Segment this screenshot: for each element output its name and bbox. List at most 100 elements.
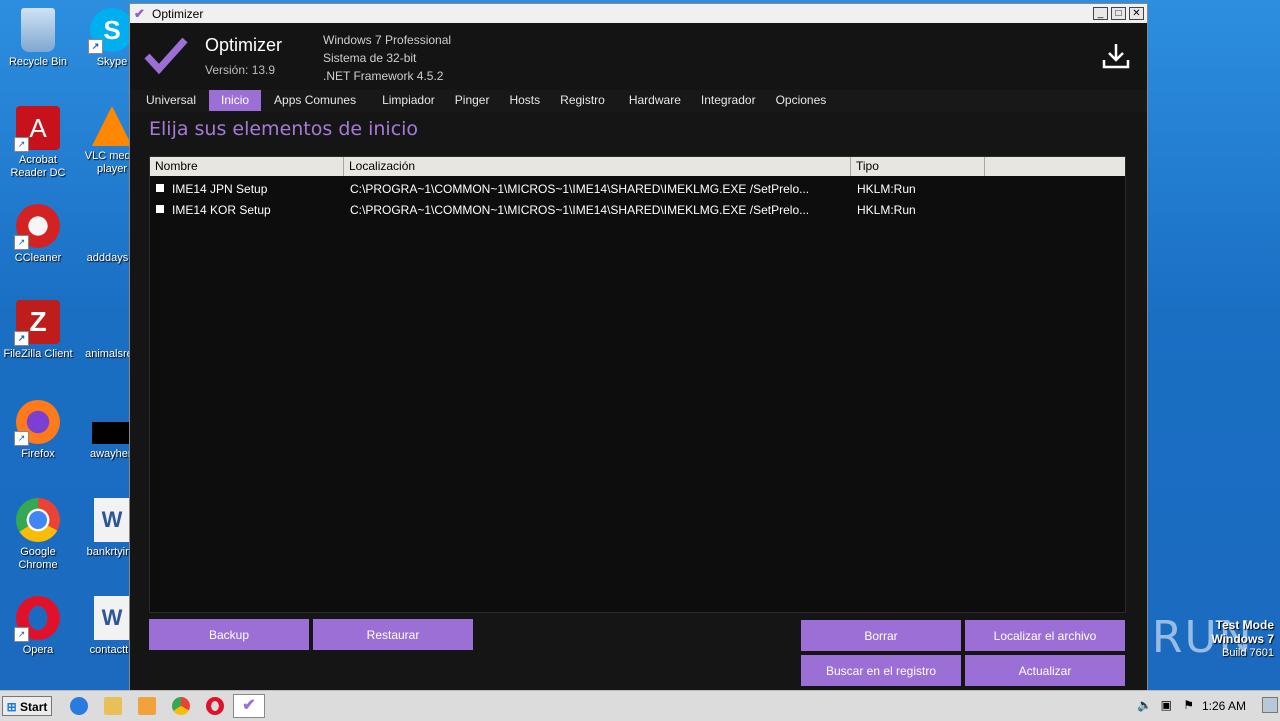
desktop-icon-label: Skype <box>96 56 128 68</box>
media-player-icon[interactable] <box>138 697 156 715</box>
tab-inicio[interactable]: Inicio <box>209 90 262 111</box>
section-title: Elija sus elementos de inicio <box>149 118 419 140</box>
tab-opciones[interactable]: Opciones <box>766 90 837 111</box>
tab-bar: Universal Inicio Apps Comunes Limpiador … <box>130 90 1147 112</box>
desktop-icon-label: awayher. <box>89 448 135 460</box>
refresh-button[interactable]: Actualizar <box>965 655 1125 686</box>
file-icon <box>90 204 134 248</box>
tab-pinger[interactable]: Pinger <box>445 90 500 111</box>
file-icon <box>92 422 132 444</box>
close-button[interactable]: ✕ <box>1129 7 1144 20</box>
column-header-empty <box>985 157 1125 176</box>
ccleaner-icon: ↗ <box>14 204 60 250</box>
desktop-icon-label: Google Chrome <box>18 546 58 571</box>
delete-button[interactable]: Borrar <box>801 620 961 651</box>
windows-logo-icon: ⊞ <box>6 700 17 714</box>
tab-registro[interactable]: Registro <box>550 90 619 111</box>
start-label: Start <box>20 700 48 714</box>
flag-icon[interactable]: ⚑ <box>1183 698 1194 712</box>
desktop-icon-firefox[interactable]: ↗ Firefox <box>0 400 76 461</box>
list-header: Nombre Localización Tipo <box>150 157 1125 176</box>
filezilla-icon: Z ↗ <box>14 300 60 346</box>
start-button[interactable]: ⊞ Start <box>2 696 52 716</box>
app-version: Versión: 13.9 <box>205 63 276 77</box>
desktop-icon-label: FileZilla Client <box>3 348 73 360</box>
clock[interactable]: 1:26 AM <box>1202 699 1246 713</box>
show-desktop-icon[interactable] <box>1262 697 1278 713</box>
optimizer-window: ✔ Optimizer _ □ ✕ Optimizer Versión: 13.… <box>129 3 1148 692</box>
item-name: IME14 JPN Setup <box>172 181 268 196</box>
column-header-type[interactable]: Tipo <box>851 157 985 176</box>
tab-apps-comunes[interactable]: Apps Comunes <box>264 90 372 111</box>
tab-limpiador[interactable]: Limpiador <box>372 90 445 111</box>
chrome-icon <box>16 498 60 542</box>
file-explorer-icon[interactable] <box>104 697 122 715</box>
opera-icon: ↗ <box>14 596 60 642</box>
app-header: Optimizer Versión: 13.9 Windows 7 Profes… <box>130 23 1147 89</box>
taskbar: ⊞ Start ✔ 🔈 ▣ ⚑ 1:26 AM <box>0 690 1280 721</box>
volume-icon[interactable]: 🔈 <box>1137 698 1152 712</box>
column-header-location[interactable]: Localización <box>344 157 851 176</box>
item-checkbox[interactable] <box>156 205 164 214</box>
desktop-icon-label: Firefox <box>21 448 55 460</box>
locate-file-button[interactable]: Localizar el archivo <box>965 620 1125 651</box>
app-name: Optimizer <box>205 35 283 55</box>
item-checkbox[interactable] <box>156 184 164 193</box>
watermark-line: Build 7601 <box>1222 647 1274 659</box>
watermark-line: Windows 7 <box>1211 632 1274 646</box>
desktop-icon-label: Opera <box>22 644 54 656</box>
skype-icon: S ↗ <box>88 8 134 54</box>
item-type: HKLM:Run <box>857 202 916 217</box>
startup-panel: Elija sus elementos de inicio Nombre Loc… <box>130 112 1130 691</box>
startup-list[interactable]: Nombre Localización Tipo IME14 JPN Setup… <box>149 156 1126 613</box>
word-document-icon: W <box>94 596 130 640</box>
desktop-icon-filezilla[interactable]: Z ↗ FileZilla Client <box>0 300 76 361</box>
tab-hosts[interactable]: Hosts <box>499 90 550 111</box>
column-header-name[interactable]: Nombre <box>150 157 344 176</box>
desktop-icon-recycle-bin[interactable]: Recycle Bin <box>0 8 76 69</box>
desktop-icon-acrobat[interactable]: A ↗ Acrobat Reader DC <box>0 106 76 180</box>
internet-explorer-icon[interactable] <box>70 697 88 715</box>
desktop-icon-label: contactth <box>89 644 135 656</box>
row-name-cell: IME14 JPN Setup <box>150 182 344 196</box>
list-item[interactable]: IME14 KOR Setup C:\PROGRA~1\COMMON~1\MIC… <box>150 199 1125 220</box>
desktop-icon-label: Acrobat Reader DC <box>10 154 66 179</box>
desktop-icon-chrome[interactable]: Google Chrome <box>0 498 76 572</box>
list-item[interactable]: IME14 JPN Setup C:\PROGRA~1\COMMON~1\MIC… <box>150 178 1125 199</box>
item-location: C:\PROGRA~1\COMMON~1\MICROS~1\IME14\SHAR… <box>350 202 810 217</box>
word-document-icon: W <box>94 498 130 542</box>
test-mode-watermark: Test Mode Windows 7 Build 7601 <box>1211 618 1274 660</box>
desktop-icon-label: Recycle Bin <box>8 56 68 68</box>
desktop-icon-ccleaner[interactable]: ↗ CCleaner <box>0 204 76 265</box>
window-title: Optimizer <box>152 6 204 21</box>
item-location: C:\PROGRA~1\COMMON~1\MICROS~1\IME14\SHAR… <box>350 181 810 196</box>
item-type: HKLM:Run <box>857 181 916 196</box>
file-icon <box>90 300 134 344</box>
framework-info: .NET Framework 4.5.2 <box>323 69 444 83</box>
chrome-icon[interactable] <box>172 697 190 715</box>
opera-icon[interactable] <box>206 697 224 715</box>
tab-hardware[interactable]: Hardware <box>619 90 691 111</box>
recycle-bin-icon <box>21 8 55 52</box>
title-bar[interactable]: ✔ Optimizer _ □ ✕ <box>130 4 1147 24</box>
backup-button[interactable]: Backup <box>149 619 309 650</box>
maximize-button[interactable]: □ <box>1111 7 1126 20</box>
app-body: Optimizer Versión: 13.9 Windows 7 Profes… <box>130 23 1147 691</box>
tab-universal[interactable]: Universal <box>130 90 206 111</box>
network-icon[interactable]: ▣ <box>1161 698 1172 712</box>
desktop-icon-opera[interactable]: ↗ Opera <box>0 596 76 657</box>
optimizer-taskbar-icon[interactable]: ✔ <box>233 694 265 718</box>
tab-integrador[interactable]: Integrador <box>691 90 766 111</box>
checkmark-icon: ✔ <box>134 5 145 21</box>
download-icon[interactable] <box>1101 41 1131 71</box>
watermark-line: Test Mode <box>1215 618 1274 632</box>
minimize-button[interactable]: _ <box>1093 7 1108 20</box>
desktop-icon-label: CCleaner <box>14 252 62 264</box>
restore-button[interactable]: Restaurar <box>313 619 473 650</box>
search-registry-button[interactable]: Buscar en el registro <box>801 655 961 686</box>
checkmark-logo-icon <box>144 37 188 75</box>
item-name: IME14 KOR Setup <box>172 202 271 217</box>
arch-info: Sistema de 32-bit <box>323 51 417 65</box>
row-name-cell: IME14 KOR Setup <box>150 203 344 217</box>
os-info: Windows 7 Professional <box>323 33 452 47</box>
